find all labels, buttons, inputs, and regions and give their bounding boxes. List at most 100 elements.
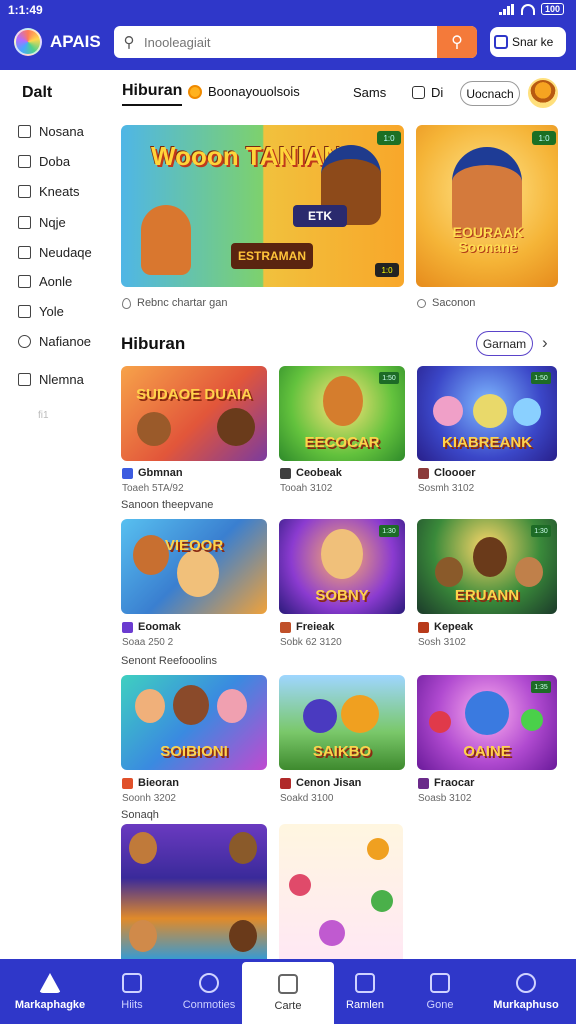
box-icon (18, 275, 31, 288)
character-art (323, 376, 363, 426)
sidebar-item-1[interactable]: Nosana (18, 124, 84, 139)
game-icon (418, 777, 429, 789)
candy-art (371, 890, 393, 912)
character-art (515, 557, 543, 587)
nav-games[interactable]: Gone (408, 959, 472, 1024)
nav-label: Ramlen (346, 998, 384, 1011)
game-name: Kepeak (434, 621, 474, 633)
game-icon (418, 467, 429, 479)
tab-games[interactable]: Sams (353, 85, 386, 100)
pin-icon (122, 297, 131, 309)
sidebar-item-9[interactable]: Nlemna (18, 372, 84, 387)
game-title-3[interactable]: Cloooer (418, 467, 476, 479)
game-title-5[interactable]: Freieak (280, 621, 335, 633)
game-card-9[interactable]: OAINE 1:35 (417, 675, 557, 770)
character-art (321, 529, 363, 579)
game-art-title: SAIKBO (312, 743, 372, 760)
game-art-title: OAINE (463, 743, 511, 760)
avatar[interactable] (528, 78, 558, 108)
tab-calendar[interactable]: Di (412, 85, 443, 100)
game-icon (280, 467, 291, 479)
store-icon (355, 972, 375, 993)
chat-icon (18, 335, 31, 348)
game-card-8[interactable]: SAIKBO (279, 675, 405, 770)
sidebar-item-2[interactable]: Doba (18, 154, 70, 169)
nav-hits[interactable]: Hiits (100, 959, 164, 1024)
game-meta-2: Tooah 3102 (280, 483, 333, 494)
character-art (319, 920, 345, 946)
game-title-1[interactable]: Gbmnan (122, 467, 183, 479)
game-meta-6: Sosh 3102 (418, 637, 466, 648)
nav-profile[interactable]: Murkaphuso (484, 959, 568, 1024)
game-meta-3: Sosmh 3102 (418, 483, 475, 494)
system-icons: 100 (498, 3, 564, 15)
sidebar-item-8[interactable]: Nafianoe (18, 334, 91, 349)
game-title-2[interactable]: Ceobeak (280, 467, 342, 479)
game-title-4[interactable]: Eoomak (122, 621, 181, 633)
search-icon: ⚲ (123, 34, 135, 51)
search-button[interactable]: ⚲ (437, 26, 477, 58)
candy-art (429, 711, 451, 733)
character-art (435, 557, 463, 587)
game-art-title: VIEOOR (164, 537, 224, 554)
game-title-9[interactable]: Fraocar (418, 777, 474, 789)
sidebar-item-5[interactable]: Neudaqe (18, 245, 92, 260)
coin-icon (188, 84, 202, 99)
sidebar-item-6[interactable]: Aonle (18, 274, 72, 289)
game-name: Ceobeak (296, 467, 342, 479)
game-title-7[interactable]: Bieoran (122, 777, 179, 789)
character-art (173, 685, 209, 725)
user-icon (516, 972, 536, 993)
featured-banner-main[interactable]: Wooon TANIANS ESTRAMAN ETK 1:0 1:0 (121, 125, 404, 287)
featured-banner-side[interactable]: EOURAAK Soonane 1:0 (416, 125, 558, 287)
sidebar-title: Dalt (22, 84, 53, 101)
app-root: 1:1:49 100 APAIS ⚲ ⚲ Snar ke Dalt Nosana… (0, 0, 576, 1024)
game-card-2[interactable]: EECOCAR 1:50 (279, 366, 405, 461)
sidebar-item-7[interactable]: Yole (18, 304, 64, 319)
sidebar-faint-text: fi1 (38, 410, 49, 421)
game-card-6[interactable]: ERUANN 1:30 (417, 519, 557, 614)
game-card-3[interactable]: KIABREANK 1:50 (417, 366, 557, 461)
game-card-candy[interactable] (279, 824, 403, 959)
app-logo[interactable]: APAIS (14, 28, 101, 56)
sidebar-item-label: Aonle (39, 274, 73, 289)
featured-main-tag: ETK (293, 205, 347, 227)
sidebar-item-4[interactable]: Nqje (18, 215, 66, 230)
game-card-1[interactable]: SUDAOE DUAIA (121, 366, 267, 461)
tab-calendar-label: Di (431, 85, 444, 100)
box-icon (18, 125, 31, 138)
game-title-6[interactable]: Kepeak (418, 621, 473, 633)
sidebar-item-label: Doba (39, 154, 71, 169)
game-title-8[interactable]: Cenon Jisan (280, 777, 361, 789)
tab-hiburan[interactable]: Hiburan (122, 82, 183, 106)
section-more-button[interactable]: Garnam (476, 331, 533, 356)
signin-button[interactable]: Snar ke (490, 27, 566, 57)
battery-icon: 100 (540, 3, 564, 15)
status-bar: 1:1:49 100 (0, 0, 576, 20)
signal-icon (498, 3, 515, 15)
game-card-collage[interactable] (121, 824, 267, 959)
game-icon (122, 621, 133, 633)
featured-side-title: EOURAAK Soonane (452, 224, 524, 255)
game-card-7[interactable]: SOIBIONI (121, 675, 267, 770)
nav-cart[interactable]: Carte (242, 962, 334, 1024)
calendar-icon (412, 86, 425, 99)
game-icon (280, 777, 291, 789)
nav-ramlen[interactable]: Ramlen (334, 959, 396, 1024)
game-icon (280, 621, 291, 633)
game-name: Bieoran (138, 777, 179, 789)
sidebar-item-3[interactable]: Kneats (18, 184, 79, 199)
candy-art (367, 838, 389, 860)
nav-communities[interactable]: Conmoties (172, 959, 246, 1024)
game-badge: 1:50 (531, 372, 551, 384)
game-card-4[interactable]: VIEOOR (121, 519, 267, 614)
game-card-5[interactable]: SOBNY 1:30 (279, 519, 405, 614)
tab-coins[interactable]: Boonayouolsois (188, 84, 300, 99)
sidebar-item-label: Yole (39, 304, 64, 319)
nav-marketplace[interactable]: Markaphagke (8, 959, 92, 1024)
game-badge: 1:30 (379, 525, 399, 537)
chevron-right-icon[interactable]: › (542, 333, 548, 353)
search-input[interactable] (144, 34, 437, 50)
ring-icon (417, 298, 426, 308)
tab-pill-button[interactable]: Uocnach (460, 81, 520, 106)
